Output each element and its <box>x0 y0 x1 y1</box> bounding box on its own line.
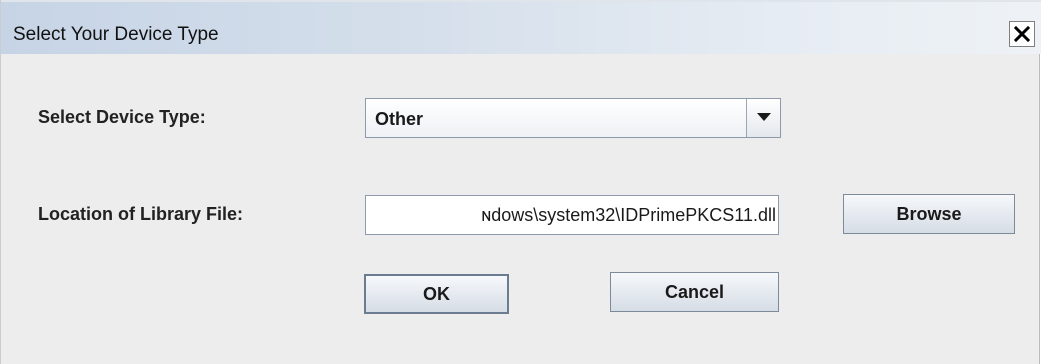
device-type-dialog: Select Your Device Type Select Device Ty… <box>0 0 1041 364</box>
library-path-value: ɴdows\system32\IDPrimePKCS11.dll <box>481 205 776 225</box>
title-bar[interactable]: Select Your Device Type <box>1 0 1041 54</box>
device-type-selected-value: Other <box>375 109 424 129</box>
device-type-label: Select Device Type: <box>38 107 206 127</box>
dialog-title: Select Your Device Type <box>13 24 219 45</box>
library-path-input[interactable]: ɴdows\system32\IDPrimePKCS11.dll <box>365 195 779 235</box>
library-location-label: Location of Library File: <box>38 204 244 224</box>
dropdown-button[interactable] <box>746 99 780 137</box>
device-type-select[interactable]: Other <box>365 98 781 138</box>
ok-button[interactable]: OK <box>364 274 509 314</box>
close-icon <box>1014 26 1030 42</box>
chevron-down-icon <box>756 109 771 127</box>
close-button[interactable] <box>1009 21 1035 47</box>
browse-button[interactable]: Browse <box>843 194 1015 234</box>
cancel-button[interactable]: Cancel <box>610 272 779 312</box>
